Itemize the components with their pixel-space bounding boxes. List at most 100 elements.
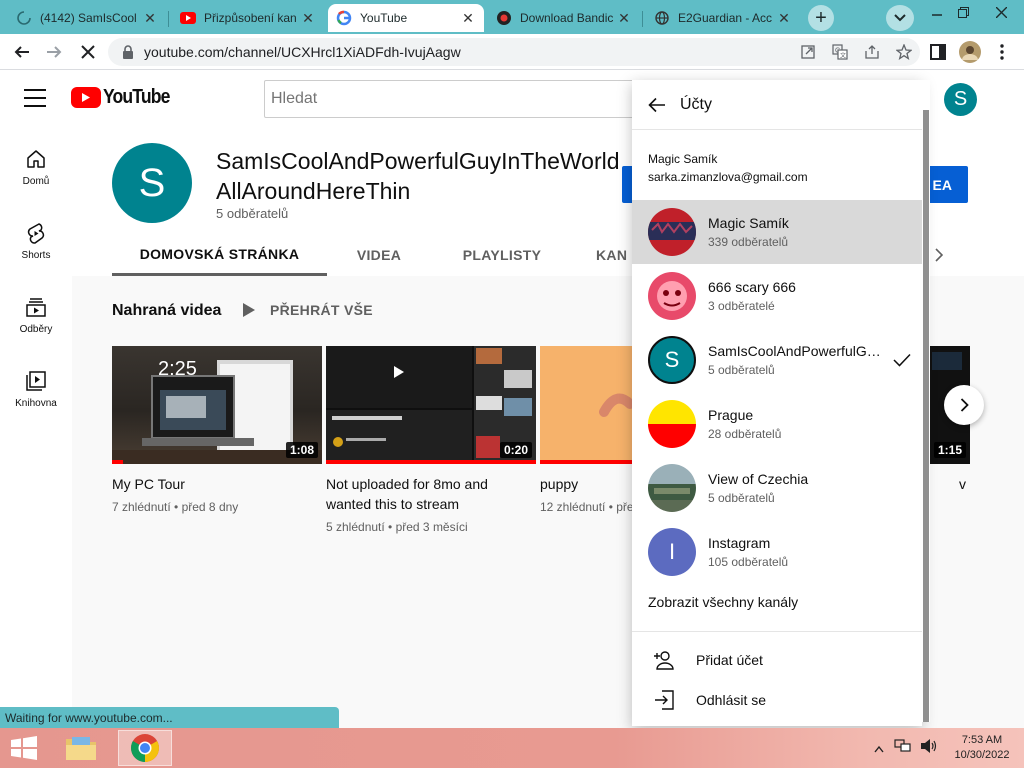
profile-button[interactable]	[956, 38, 984, 66]
browser-tab-5[interactable]: E2Guardian - Acc ✕	[646, 4, 800, 32]
account-name: View of Czechia	[708, 471, 809, 487]
account-name: Instagram	[708, 535, 771, 551]
avatar-letter: I	[668, 539, 676, 564]
sidebar-item-library[interactable]: Knihovna	[0, 370, 72, 409]
file-explorer-taskbar-button[interactable]	[58, 730, 104, 766]
video-thumbnail[interactable]: 0:20	[326, 346, 536, 464]
stop-loading-button[interactable]	[74, 38, 102, 66]
tab-title: E2Guardian - Acc	[678, 11, 773, 25]
thumbnail-overlay-text: 2:25	[158, 358, 197, 380]
sign-out-label: Odhlásit se	[696, 692, 767, 708]
play-icon	[243, 303, 255, 317]
bookmark-star-icon[interactable]	[888, 38, 920, 66]
sidebar-item-label: Shorts	[21, 250, 51, 261]
tab-separator	[168, 11, 169, 27]
account-subscribers: 5 odběratelů	[708, 491, 775, 505]
menu-scrollbar[interactable]	[922, 80, 930, 722]
account-name: SamIsCoolAndPowerfulGuyInTheWorldAllArou…	[708, 343, 882, 359]
search-input[interactable]: Hledat	[264, 80, 644, 118]
start-button[interactable]	[10, 736, 38, 760]
video-duration: 1:15	[933, 442, 966, 458]
close-icon[interactable]: ✕	[460, 10, 476, 27]
library-icon	[26, 371, 46, 391]
letter-i-avatar-icon: I	[648, 528, 696, 576]
open-in-app-icon[interactable]	[792, 38, 824, 66]
account-item[interactable]: View of Czechia 5 odběratelů	[632, 456, 922, 520]
close-icon[interactable]: ✕	[776, 10, 792, 27]
browser-tab-2[interactable]: Přizpůsobení kan ✕	[172, 4, 324, 32]
svg-text:文: 文	[840, 52, 846, 60]
hamburger-menu-icon[interactable]	[24, 89, 46, 107]
translate-icon[interactable]: G文	[824, 38, 856, 66]
sidebar-item-label: Knihovna	[15, 398, 57, 409]
video-card[interactable]: 0:20 Not uploaded for 8mo and wanted thi…	[326, 346, 536, 534]
browser-tab-3[interactable]: YouTube ✕	[328, 4, 484, 32]
side-panel-button[interactable]	[924, 38, 952, 66]
account-email: sarka.zimanzlova@gmail.com	[648, 170, 808, 184]
scrollbar-thumb[interactable]	[923, 110, 929, 722]
account-item[interactable]: I Instagram 105 odběratelů	[632, 520, 922, 584]
account-item[interactable]: 666 scary 666 3 odběratelé	[632, 264, 922, 328]
add-account-label: Přidat účet	[696, 652, 763, 668]
account-avatar-button[interactable]: S	[944, 83, 977, 116]
tab-playlists[interactable]: PLAYLISTY	[450, 234, 554, 276]
chrome-taskbar-button[interactable]	[118, 730, 172, 766]
system-clock[interactable]: 7:53 AM 10/30/2022	[946, 733, 1018, 763]
video-title[interactable]: My PC Tour	[112, 474, 322, 494]
tab-separator	[642, 11, 643, 27]
account-item[interactable]: S SamIsCoolAndPowerfulGuyInTheWorldAllAr…	[632, 328, 922, 392]
clock-date: 10/30/2022	[954, 749, 1010, 761]
show-hidden-icons-icon[interactable]	[874, 740, 884, 758]
volume-icon[interactable]	[920, 738, 938, 759]
network-icon[interactable]	[894, 738, 912, 759]
play-all-button[interactable]: PŘEHRÁT VŠE	[242, 302, 373, 318]
tab-home[interactable]: DOMOVSKÁ STRÁNKA	[112, 234, 327, 276]
carousel-next-button[interactable]	[944, 385, 984, 425]
close-icon[interactable]: ✕	[300, 10, 316, 27]
video-metadata: 7 zhlédnutí • před 8 dny	[112, 500, 239, 514]
close-window-button[interactable]	[984, 0, 1018, 24]
chrome-icon	[131, 734, 159, 762]
forward-button[interactable]	[40, 38, 68, 66]
tabs-scroll-right-button[interactable]	[928, 244, 950, 266]
back-button[interactable]	[646, 94, 668, 116]
close-icon[interactable]: ✕	[142, 10, 158, 27]
watch-progress-bar	[112, 460, 123, 464]
video-title[interactable]: Not uploaded for 8mo and wanted this to …	[326, 474, 536, 514]
tab-label: DOMOVSKÁ STRÁNKA	[139, 245, 300, 262]
close-icon	[81, 45, 95, 59]
account-subscribers: 105 odběratelů	[708, 555, 789, 569]
video-thumbnail[interactable]: 2:25 1:08	[112, 346, 322, 464]
account-item[interactable]: Magic Samík 339 odběratelů	[632, 200, 922, 264]
sidebar-item-subscriptions[interactable]: Odběry	[0, 296, 72, 335]
restore-button[interactable]	[946, 0, 980, 24]
tab-videos[interactable]: VIDEA	[340, 234, 418, 276]
browser-tab-1[interactable]: (4142) SamIsCool ✕	[8, 4, 166, 32]
section-title: Nahraná videa	[112, 302, 222, 319]
add-person-icon	[652, 648, 676, 672]
subscriber-count: 5 odběratelů	[216, 206, 289, 221]
back-button[interactable]	[8, 38, 36, 66]
browser-tab-4[interactable]: Download Bandic ✕	[488, 4, 640, 32]
avatar-letter: S	[138, 160, 166, 205]
sign-out-button[interactable]: Odhlásit se	[632, 680, 922, 720]
video-card[interactable]: 2:25 1:08 My PC Tour 7 zhlédnutí • před …	[112, 346, 322, 514]
address-bar[interactable]: youtube.com/channel/UCXHrcl1XiADFdh-Ivuj…	[108, 38, 920, 66]
account-item[interactable]: Prague 28 odběratelů	[632, 392, 922, 456]
sidebar-item-home[interactable]: Domů	[0, 148, 72, 187]
close-icon[interactable]: ✕	[616, 10, 632, 27]
sidebar-item-shorts[interactable]: Shorts	[0, 222, 72, 261]
new-tab-button[interactable]: +	[808, 5, 834, 31]
show-all-channels-link[interactable]: Zobrazit všechny kanály	[648, 594, 798, 610]
youtube-logo[interactable]: YouTube	[71, 86, 179, 109]
tab-channels[interactable]: KAN	[596, 234, 632, 276]
youtube-play-icon	[71, 87, 101, 108]
browser-menu-button[interactable]	[988, 38, 1016, 66]
add-account-button[interactable]: Přidat účet	[632, 640, 922, 680]
video-duration: 1:08	[285, 442, 318, 458]
share-icon[interactable]	[856, 38, 888, 66]
browser-toolbar: youtube.com/channel/UCXHrcl1XiADFdh-Ivuj…	[0, 34, 1024, 70]
tab-search-button[interactable]	[886, 5, 914, 31]
sidebar-item-label: Domů	[22, 176, 50, 187]
customize-label: EA	[932, 176, 952, 193]
